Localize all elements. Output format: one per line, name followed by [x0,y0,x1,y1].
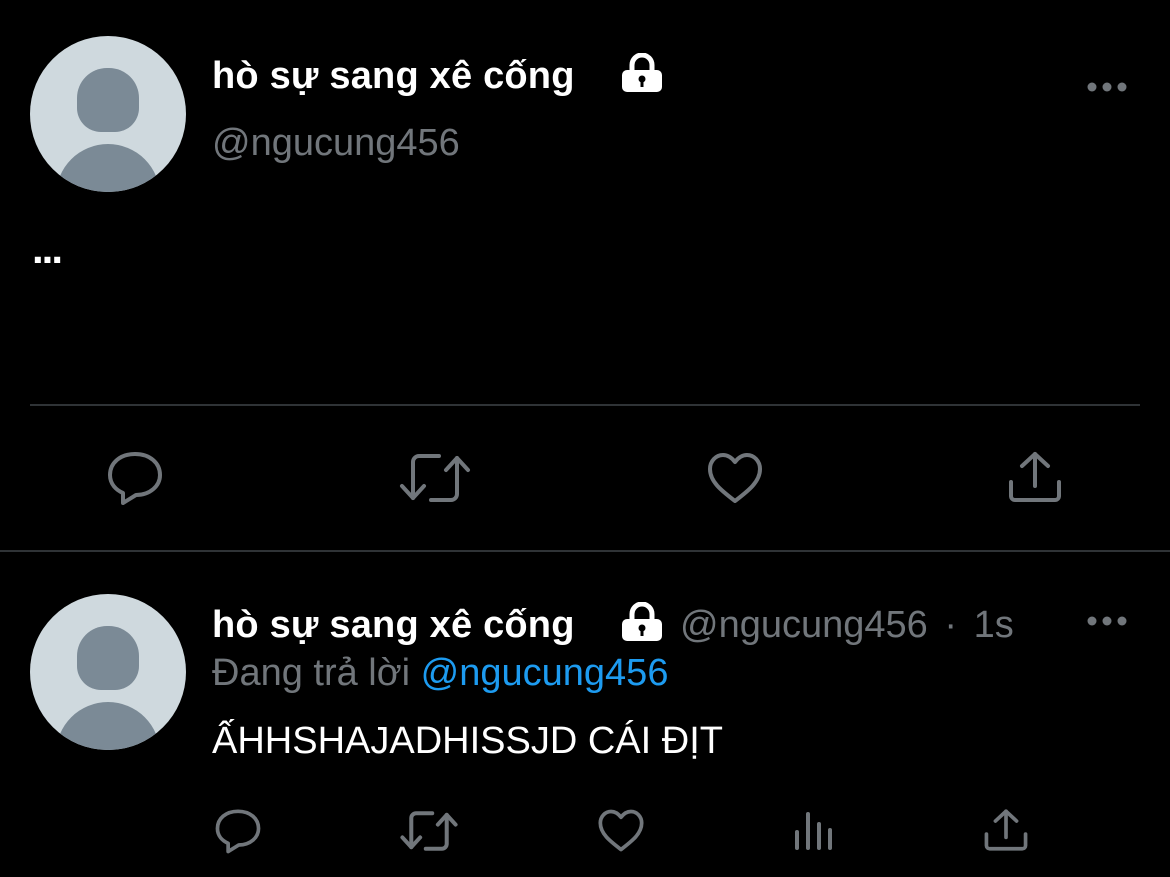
avatar-head [77,626,139,690]
display-name[interactable]: hò sự sang xê cống [212,604,575,647]
share-icon[interactable] [1007,450,1063,504]
like-icon[interactable] [706,452,764,504]
more-icon[interactable] [1087,615,1127,627]
avatar[interactable] [30,594,186,750]
handle[interactable]: @ngucung456 [212,122,460,165]
reply-icon[interactable] [214,808,262,854]
reply-icon[interactable] [106,450,164,506]
tweet-text: ẤHHSHAJADHISSJD CÁI ĐỊT [212,720,723,762]
retweet-icon[interactable] [400,810,458,852]
divider [0,550,1170,552]
share-icon[interactable] [983,808,1029,852]
mention-link[interactable]: @ngucung456 [421,652,669,694]
views-icon[interactable] [792,808,834,852]
display-name[interactable]: hò sự sang xê cống [212,55,575,98]
avatar-body [56,702,160,750]
avatar-body [56,144,160,192]
avatar-head [77,68,139,132]
lock-icon [622,602,662,641]
handle[interactable]: @ngucung456 · 1s [680,604,1014,647]
separator: · [944,604,957,646]
retweet-icon[interactable] [399,452,471,504]
tweet-text: ... [32,225,63,272]
replying-to: Đang trả lời @ngucung456 [212,652,668,695]
divider [30,404,1140,406]
replying-prefix: Đang trả lời [212,652,411,694]
more-icon[interactable] [1087,81,1127,93]
avatar[interactable] [30,36,186,192]
lock-icon [622,53,662,92]
handle-text[interactable]: @ngucung456 [680,604,928,646]
timestamp[interactable]: 1s [974,604,1014,646]
like-icon[interactable] [597,809,645,852]
